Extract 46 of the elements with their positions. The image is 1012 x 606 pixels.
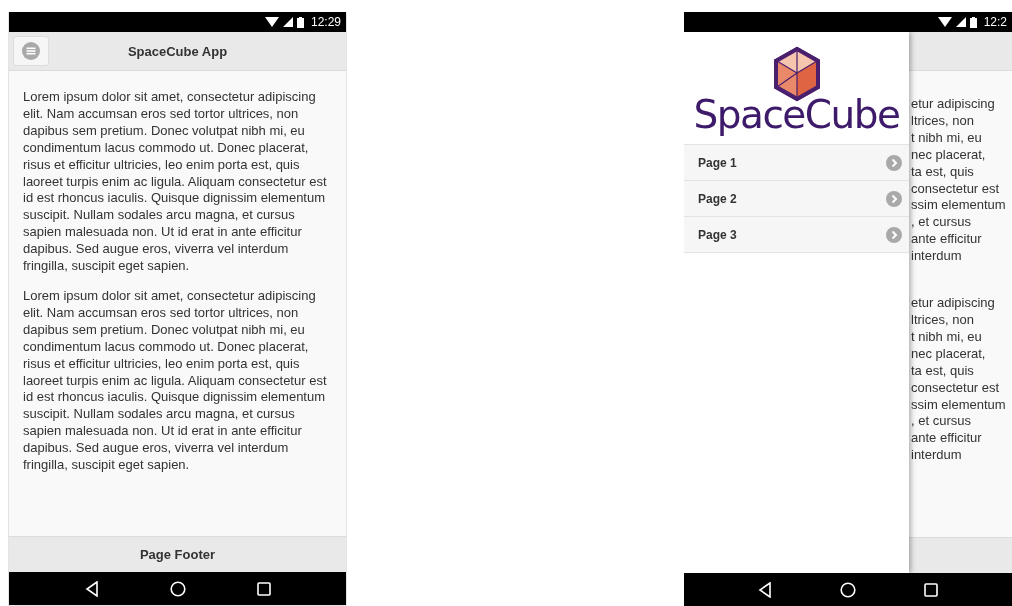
- text-line: ssim elementum: [911, 396, 1006, 414]
- text-line: consectetur est: [911, 379, 1000, 397]
- text-line: ltrices, non: [911, 112, 974, 130]
- home-icon[interactable]: [840, 581, 856, 598]
- text-line: , et cursus: [911, 413, 971, 431]
- signal-icon: [955, 17, 966, 27]
- text-line: ltrices, non: [911, 311, 974, 329]
- logo-wordmark: SpaceCube: [693, 95, 900, 135]
- text-line: ante efficitur: [911, 430, 982, 448]
- text-line: nec placerat,: [911, 345, 986, 363]
- battery-icon: [969, 16, 977, 28]
- wifi-icon: [937, 17, 952, 27]
- clock-time: 12:2: [983, 15, 1007, 29]
- app-title: SpaceCube App: [127, 43, 228, 59]
- home-icon[interactable]: [169, 580, 186, 597]
- body-paragraph: Lorem ipsum dolor sit amet, consectetur adipiscing elit. Nam accumsan eros sed tortor ultrices, non dapibus sem pretium. Donec volutpat nibh mi, eu condimentum lacus commodo ut. Donec placerat, risus et efficitur ultricies, leo enim porta est, quis laoreet turpis enim ac ligula. Aliquam consectetur est id est rhoncus iaculis. Quisque dignissim elementum suscipit. Nullam sodales arcu magna, et cursus sapien malesuada non. Ut id erat in ante efficitur dapibus. Sed augue eros, viverra vel interdum fringilla, suscipit eget sapien.: [23, 287, 328, 474]
- text-line: ssim elementum: [911, 197, 1006, 215]
- text-line: etur adipiscing: [911, 96, 995, 113]
- chevron-right-icon: [886, 226, 902, 243]
- footer-text: Page Footer: [139, 547, 216, 562]
- menu-icon: [22, 42, 40, 60]
- chevron-right-icon: [886, 190, 902, 207]
- menu-item[interactable]: Page 3: [684, 217, 909, 253]
- menu-item[interactable]: Page 1: [684, 145, 909, 181]
- chevron-right-icon: [886, 154, 902, 171]
- text-line: t nibh mi, eu: [911, 129, 982, 147]
- signal-icon: [282, 17, 293, 27]
- recents-icon[interactable]: [924, 582, 938, 597]
- text-line: ta est, quis: [911, 362, 974, 380]
- clock-time: 12:29: [310, 15, 341, 29]
- text-line: consectetur est: [911, 180, 1000, 198]
- text-line: interdum: [911, 447, 962, 465]
- text-line: etur adipiscing: [911, 295, 995, 312]
- text-line: , et cursus: [911, 214, 971, 232]
- back-icon[interactable]: [84, 580, 99, 597]
- text-line: nec placerat,: [911, 146, 986, 164]
- back-icon[interactable]: [758, 581, 772, 598]
- body-paragraph: Lorem ipsum dolor sit amet, consectetur adipiscing elit. Nam accumsan eros sed tortor ultrices, non dapibus sem pretium. Donec volutpat nibh mi, eu condimentum lacus commodo ut. Donec placerat, risus et efficitur ultricies, leo enim porta est, quis laoreet turpis enim ac ligula. Aliquam consectetur est id est rhoncus iaculis. Quisque dignissim elementum suscipit. Nullam sodales arcu magna, et cursus sapien malesuada non. Ut id erat in ante efficitur dapibus. Sed augue eros, viverra vel interdum fringilla, suscipit eget sapien.: [23, 89, 328, 275]
- battery-icon: [296, 16, 304, 28]
- menu-item[interactable]: Page 2: [684, 181, 909, 217]
- text-line: ante efficitur: [911, 231, 982, 249]
- text-line: t nibh mi, eu: [911, 328, 982, 346]
- text-line: ta est, quis: [911, 163, 974, 181]
- wifi-icon: [264, 17, 279, 27]
- recents-icon[interactable]: [256, 581, 271, 596]
- text-line: interdum: [911, 248, 962, 266]
